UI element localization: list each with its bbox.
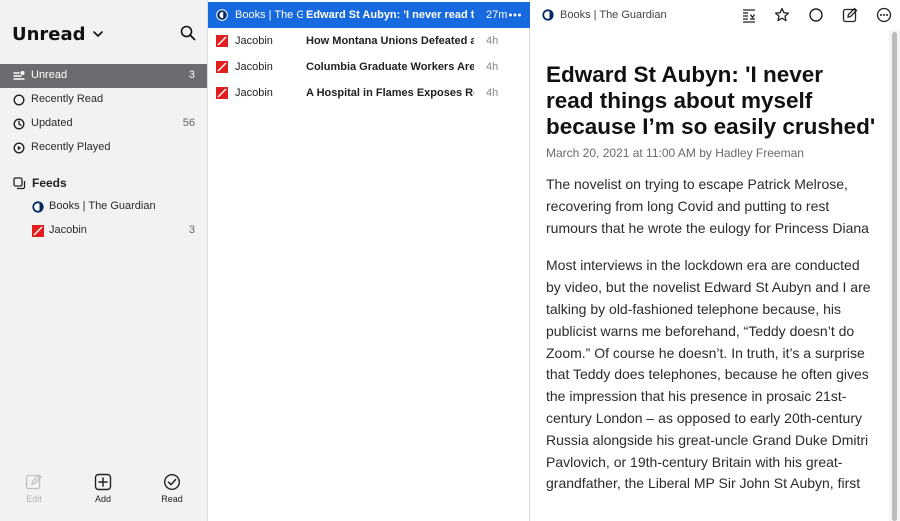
list-item-source: Jacobin bbox=[235, 61, 273, 73]
article-reader: Books | The Guardian Edward St Aubyn: 'I… bbox=[531, 0, 900, 521]
list-item-title: Edward St Aubyn: 'I never read things ab… bbox=[306, 9, 474, 21]
list-item[interactable]: Jacobin A Hospital in Flames Exposes Ror… bbox=[208, 80, 530, 106]
sidebar-item-label: Unread bbox=[31, 69, 68, 81]
sidebar-item-jacobin[interactable]: Jacobin 3 bbox=[0, 219, 207, 243]
sidebar-item-label: Jacobin bbox=[49, 224, 87, 236]
chevron-down-icon[interactable] bbox=[92, 28, 104, 40]
jacobin-count: 3 bbox=[188, 224, 195, 236]
more-icon[interactable] bbox=[876, 7, 892, 23]
add-button[interactable]: Add bbox=[83, 473, 123, 504]
read-label: Read bbox=[161, 494, 183, 504]
unread-icon bbox=[13, 71, 25, 80]
updated-count: 56 bbox=[182, 117, 195, 129]
sidebar-item-updated[interactable]: Updated 56 bbox=[0, 112, 207, 136]
list-item-time: 4h bbox=[486, 87, 499, 99]
list-item-time: 4h bbox=[486, 35, 499, 47]
article-standfirst: The novelist on trying to escape Patrick… bbox=[546, 176, 869, 236]
list-item-time: 4h bbox=[486, 61, 499, 73]
unread-count: 3 bbox=[188, 69, 195, 81]
checkmark-circle-icon bbox=[163, 473, 181, 491]
mark-read-button[interactable]: Read bbox=[152, 473, 192, 504]
sidebar-item-label: Books | The Guardian bbox=[49, 200, 156, 212]
add-label: Add bbox=[94, 494, 111, 504]
list-item-source: Jacobin bbox=[235, 35, 273, 47]
guardian-icon bbox=[542, 9, 554, 21]
list-item-source: Books | The Guardian bbox=[235, 9, 303, 21]
sidebar-footer: Edit Add Read bbox=[0, 473, 207, 507]
article-body: Edward St Aubyn: 'I never read things ab… bbox=[546, 62, 876, 495]
list-item-source: Jacobin bbox=[235, 87, 273, 99]
sidebar-item-recently-read[interactable]: Recently Read bbox=[0, 88, 207, 112]
list-item[interactable]: Jacobin How Montana Unions Defeated a 4h bbox=[208, 28, 530, 54]
play-icon bbox=[13, 142, 25, 154]
feeds-section-header[interactable]: Feeds bbox=[13, 176, 67, 190]
jacobin-icon bbox=[32, 225, 44, 237]
add-icon bbox=[94, 473, 112, 491]
reader-source: Books | The Guardian bbox=[542, 9, 667, 21]
search-icon[interactable] bbox=[179, 24, 197, 42]
sidebar-item-recently-played[interactable]: Recently Played bbox=[0, 136, 207, 160]
sidebar-item-label: Recently Read bbox=[31, 93, 104, 105]
reader-view-icon[interactable] bbox=[741, 7, 757, 23]
feeds-label: Feeds bbox=[32, 176, 67, 190]
reader-source-label: Books | The Guardian bbox=[560, 9, 667, 21]
jacobin-icon bbox=[216, 87, 228, 99]
sidebar: Unread Unread 3 Recently Read Updated 56… bbox=[0, 0, 208, 521]
sidebar-item-unread[interactable]: Unread 3 bbox=[0, 64, 207, 88]
article-list: Books | The Guardian Edward St Aubyn: 'I… bbox=[208, 0, 530, 521]
reader-toolbar: Books | The Guardian bbox=[531, 0, 900, 30]
edit-button[interactable]: Edit bbox=[14, 473, 54, 504]
reader-scrollbar[interactable] bbox=[889, 30, 900, 521]
guardian-icon bbox=[216, 9, 228, 21]
list-item-title: A Hospital in Flames Exposes Ror bbox=[306, 87, 474, 99]
scrollbar-thumb[interactable] bbox=[892, 32, 897, 521]
star-icon[interactable] bbox=[774, 7, 790, 23]
list-item-title: How Montana Unions Defeated a bbox=[306, 35, 474, 47]
sidebar-item-guardian-books[interactable]: Books | The Guardian bbox=[0, 195, 207, 219]
folders-icon bbox=[13, 176, 26, 189]
article-meta: March 20, 2021 at 11:00 AM by Hadley Fre… bbox=[546, 146, 804, 160]
jacobin-icon bbox=[216, 61, 228, 73]
list-item[interactable]: Books | The Guardian Edward St Aubyn: 'I… bbox=[208, 2, 530, 28]
sidebar-item-label: Updated bbox=[31, 117, 73, 129]
circle-icon[interactable] bbox=[808, 7, 824, 23]
list-item-time: 27m bbox=[486, 9, 508, 21]
circle-icon bbox=[13, 94, 25, 106]
sidebar-title[interactable]: Unread bbox=[12, 24, 86, 45]
more-icon[interactable] bbox=[508, 8, 522, 22]
list-item[interactable]: Jacobin Columbia Graduate Workers Are 4h bbox=[208, 54, 530, 80]
open-in-browser-icon[interactable] bbox=[842, 7, 858, 23]
jacobin-icon bbox=[216, 35, 228, 47]
sidebar-header: Unread bbox=[12, 22, 197, 46]
guardian-icon bbox=[32, 201, 44, 213]
clock-icon bbox=[13, 118, 25, 130]
article-title: Edward St Aubyn: 'I never read things ab… bbox=[546, 62, 876, 139]
list-item-title: Columbia Graduate Workers Are bbox=[306, 61, 474, 73]
edit-icon bbox=[25, 474, 42, 490]
article-paragraph: Most interviews in the lockdown era are … bbox=[546, 257, 871, 492]
edit-label: Edit bbox=[26, 494, 42, 504]
sidebar-item-label: Recently Played bbox=[31, 141, 111, 153]
